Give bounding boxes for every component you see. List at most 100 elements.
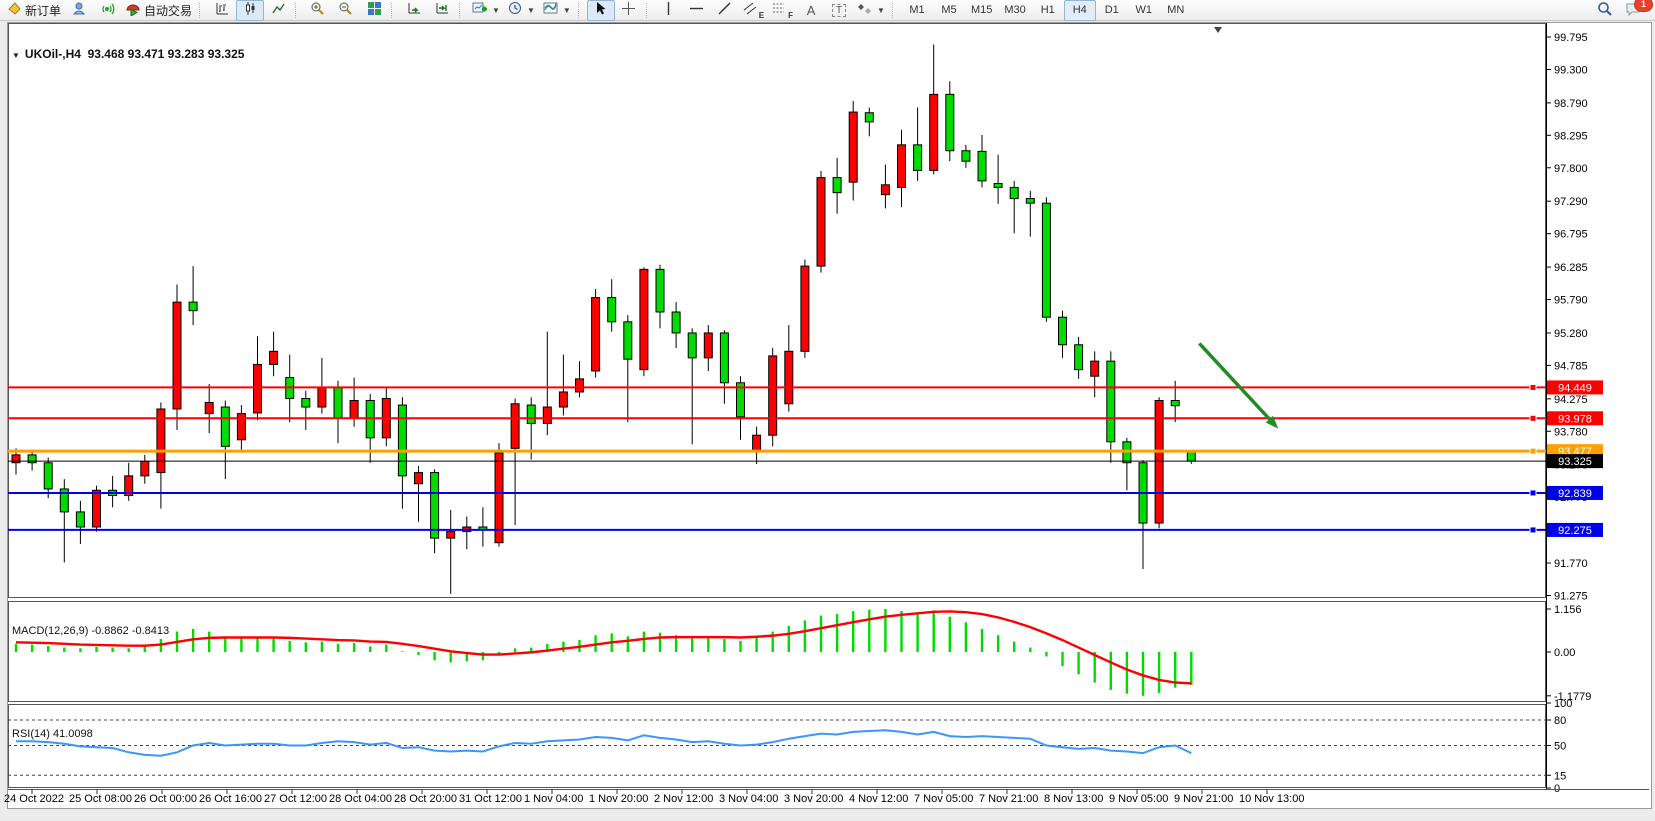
tile-windows-button[interactable] bbox=[360, 0, 388, 21]
line-handle[interactable] bbox=[1530, 384, 1536, 390]
timeframe-button-M15[interactable]: M15 bbox=[965, 0, 998, 21]
text-label-tool-button[interactable]: T bbox=[825, 0, 853, 21]
bar-chart-type-button[interactable] bbox=[208, 0, 236, 21]
candle-body bbox=[189, 302, 197, 311]
candle-body bbox=[624, 322, 632, 359]
candle-body bbox=[881, 185, 889, 195]
rsi-axis-label: 80 bbox=[1554, 715, 1566, 727]
candle-body bbox=[704, 333, 712, 358]
vertical-line-icon bbox=[661, 1, 676, 19]
autotrading-label: 自动交易 bbox=[144, 2, 192, 19]
candle-body bbox=[511, 404, 519, 449]
candle-body bbox=[865, 113, 873, 122]
vertical-line-tool-button[interactable] bbox=[655, 0, 683, 21]
chevron-down-icon: ▼ bbox=[563, 6, 571, 15]
price-tick-label: 96.795 bbox=[1554, 229, 1588, 241]
line-chart-type-button[interactable] bbox=[264, 0, 292, 21]
line-handle[interactable] bbox=[1530, 527, 1536, 533]
chart-title: ▼UKOil-,H4 93.468 93.471 93.283 93.325 bbox=[12, 47, 244, 61]
candle-body bbox=[962, 151, 970, 161]
zoom-in-icon bbox=[310, 1, 326, 19]
candle-body bbox=[849, 112, 857, 182]
candle-body bbox=[1010, 187, 1018, 198]
chart-ohlc-values: 93.468 93.471 93.283 93.325 bbox=[88, 47, 245, 61]
periods-button[interactable]: ▼ bbox=[504, 0, 539, 21]
chat-button[interactable]: 1 bbox=[1619, 0, 1647, 21]
chevron-down-icon: ▼ bbox=[492, 6, 500, 15]
symbol-dropdown-icon[interactable]: ▼ bbox=[12, 51, 20, 60]
candle-body bbox=[720, 333, 728, 383]
trendline-tool-button[interactable] bbox=[711, 0, 739, 21]
chart-canvas[interactable]: 99.79599.30098.79098.29597.80097.29096.7… bbox=[0, 21, 1655, 821]
text-tool-button[interactable]: A bbox=[797, 0, 825, 21]
candle-body bbox=[44, 463, 52, 489]
time-tick-label: 28 Oct 20:00 bbox=[394, 793, 457, 805]
timeframe-button-MN[interactable]: MN bbox=[1160, 0, 1192, 21]
line-handle[interactable] bbox=[1530, 415, 1536, 421]
rsi-axis-label: 50 bbox=[1554, 741, 1566, 753]
time-tick-label: 3 Nov 04:00 bbox=[719, 793, 778, 805]
zoom-out-button[interactable] bbox=[332, 0, 360, 21]
search-button[interactable] bbox=[1591, 0, 1619, 21]
timeframe-button-H4[interactable]: H4 bbox=[1064, 0, 1096, 21]
horizontal-line-tool-button[interactable] bbox=[683, 0, 711, 21]
time-tick-label: 31 Oct 12:00 bbox=[459, 793, 522, 805]
signals-button[interactable] bbox=[93, 0, 121, 21]
chart-background[interactable] bbox=[8, 23, 1649, 804]
candle-body bbox=[608, 298, 616, 322]
candle-body bbox=[994, 184, 1002, 188]
candle-body bbox=[431, 473, 439, 539]
time-tick-label: 1 Nov 04:00 bbox=[524, 793, 583, 805]
text-label-icon: T bbox=[832, 4, 846, 17]
time-tick-label: 1 Nov 20:00 bbox=[589, 793, 648, 805]
candle-body bbox=[656, 269, 664, 312]
candle-body bbox=[173, 302, 181, 409]
timeframe-button-H1[interactable]: H1 bbox=[1032, 0, 1064, 21]
zoom-out-icon bbox=[338, 1, 354, 19]
candle-body bbox=[1091, 361, 1099, 376]
timeframe-button-M1[interactable]: M1 bbox=[901, 0, 933, 21]
time-tick-label: 9 Nov 05:00 bbox=[1109, 793, 1168, 805]
line-handle[interactable] bbox=[1530, 490, 1536, 496]
new-order-button[interactable]: 新订单 bbox=[3, 0, 65, 21]
timeframe-button-W1[interactable]: W1 bbox=[1128, 0, 1160, 21]
fibonacci-tool-button[interactable]: F bbox=[768, 0, 797, 21]
timeframe-button-D1[interactable]: D1 bbox=[1096, 0, 1128, 21]
fibonacci-letter: F bbox=[788, 11, 793, 20]
horizontal-line-icon bbox=[689, 1, 704, 19]
candle-body bbox=[640, 269, 648, 369]
price-tag-label: 94.449 bbox=[1558, 382, 1592, 394]
candle-body bbox=[1171, 400, 1179, 405]
candlestick-chart-icon bbox=[243, 1, 258, 19]
candle-body bbox=[221, 407, 229, 446]
price-tick-label: 91.275 bbox=[1554, 590, 1588, 602]
chevron-down-icon: ▼ bbox=[527, 6, 535, 15]
templates-button[interactable]: ▼ bbox=[539, 0, 575, 21]
timeframe-button-M5[interactable]: M5 bbox=[933, 0, 965, 21]
equidistant-channel-tool-button[interactable]: E bbox=[739, 0, 768, 21]
line-handle[interactable] bbox=[1530, 448, 1536, 454]
time-tick-label: 8 Nov 13:00 bbox=[1044, 793, 1103, 805]
channel-letter: E bbox=[759, 11, 764, 20]
chart-forward-button[interactable] bbox=[400, 0, 428, 21]
chart-end-button[interactable] bbox=[428, 0, 456, 21]
macd-axis-label: 0.00 bbox=[1554, 647, 1575, 659]
candle-body bbox=[447, 532, 455, 539]
time-tick-label: 3 Nov 20:00 bbox=[784, 793, 843, 805]
cursor-tool-button[interactable] bbox=[587, 0, 615, 21]
channel-icon bbox=[743, 1, 758, 19]
toolbar-separator bbox=[578, 3, 583, 18]
arrows-tool-button[interactable]: ▼ bbox=[853, 0, 889, 21]
autotrading-button[interactable]: 自动交易 bbox=[121, 0, 196, 21]
price-tick-label: 94.275 bbox=[1554, 394, 1588, 406]
price-tick-label: 96.285 bbox=[1554, 262, 1588, 274]
accounts-button[interactable] bbox=[65, 0, 93, 21]
price-tick-label: 95.790 bbox=[1554, 295, 1588, 307]
crosshair-tool-button[interactable] bbox=[615, 0, 643, 21]
new-chart-button[interactable]: ▼ bbox=[468, 0, 504, 21]
timeframe-button-M30[interactable]: M30 bbox=[998, 0, 1031, 21]
candle-body bbox=[350, 400, 358, 418]
zoom-in-button[interactable] bbox=[304, 0, 332, 21]
price-tick-label: 94.785 bbox=[1554, 360, 1588, 372]
candlestick-chart-type-button[interactable] bbox=[236, 0, 264, 21]
